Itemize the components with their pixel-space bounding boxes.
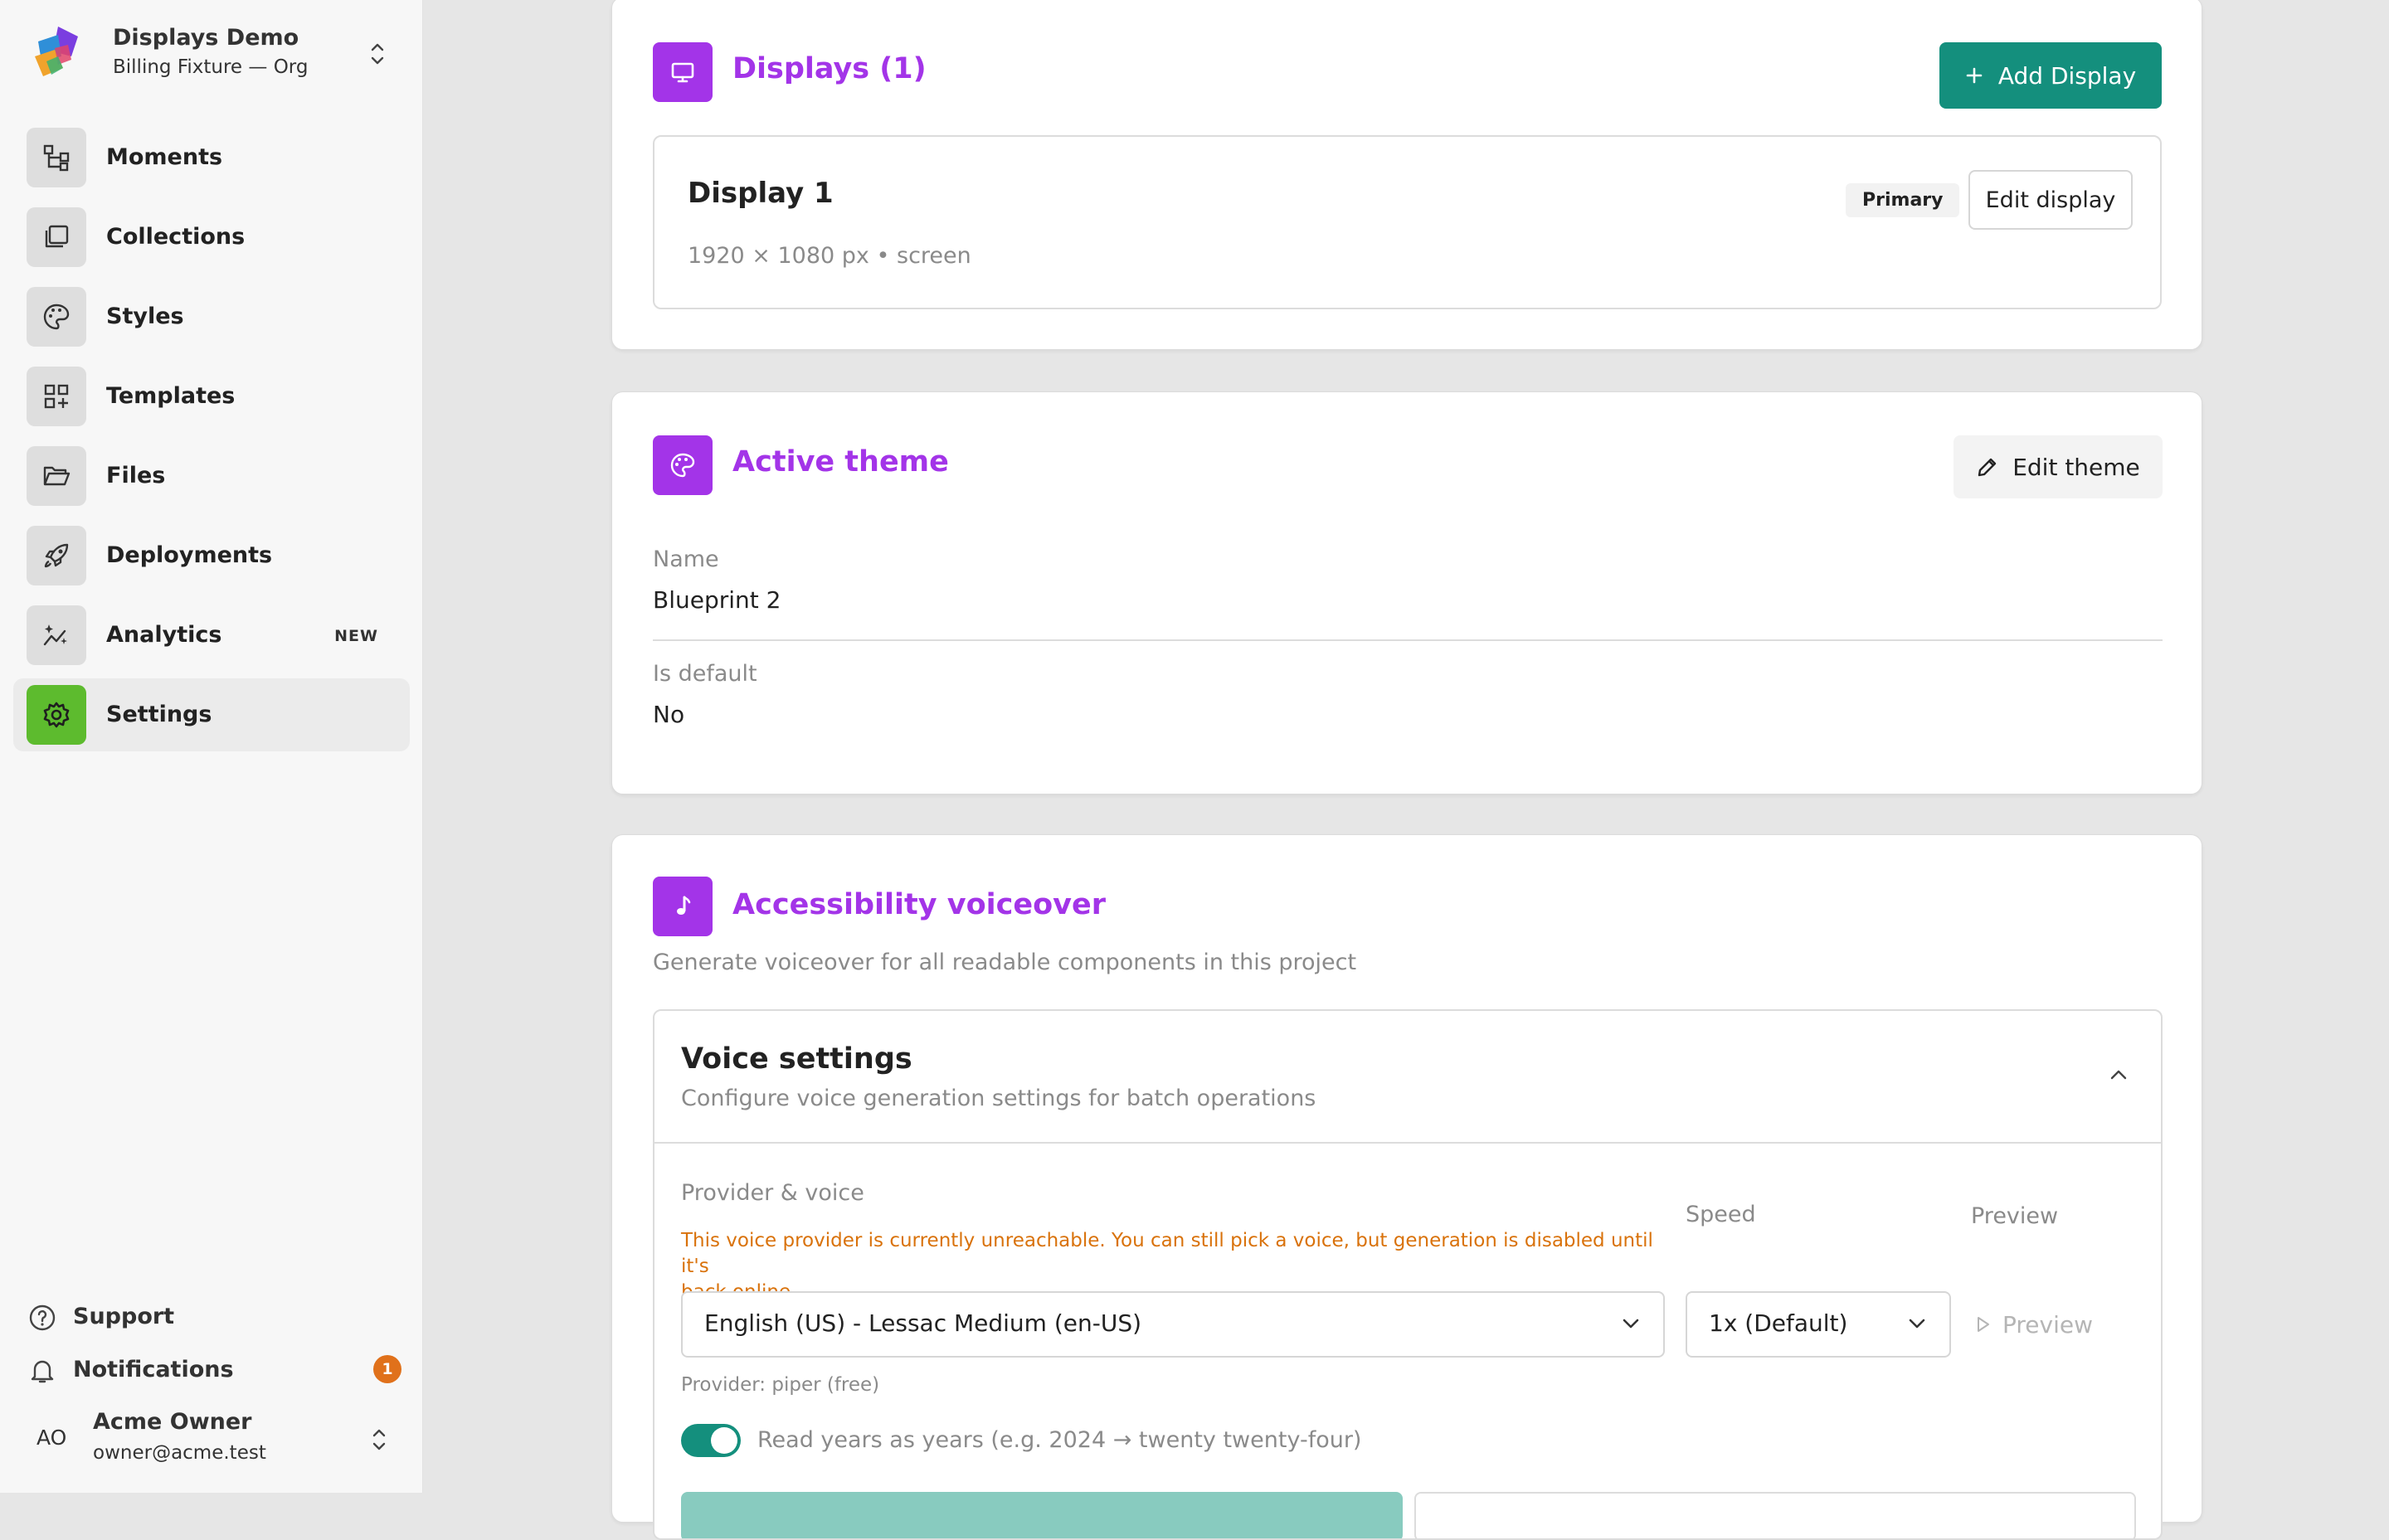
moments-icon (27, 128, 86, 187)
sidebar-item-settings[interactable]: Settings (13, 678, 410, 751)
active-theme-card: Active theme Edit theme Name Blueprint 2… (611, 391, 2202, 794)
play-icon (1978, 1317, 1989, 1332)
speed-label: Speed (1686, 1202, 1756, 1227)
voice-settings-panel: Voice settings Configure voice generatio… (653, 1009, 2163, 1540)
org-logo-icon (35, 27, 78, 76)
read-years-toggle[interactable] (681, 1424, 741, 1457)
sidebar: Displays Demo Billing Fixture — Org Mome… (0, 0, 423, 1493)
sidebar-item-collections[interactable]: Collections (13, 201, 410, 274)
read-years-label: Read years as years (e.g. 2024 → twenty … (757, 1427, 1362, 1453)
templates-icon (27, 367, 86, 426)
user-menu[interactable]: AO Acme Owner owner@acme.test (25, 1406, 398, 1472)
music-note-icon (653, 877, 713, 936)
sidebar-item-label: Templates (106, 383, 236, 409)
primary-badge: Primary (1846, 183, 1960, 217)
sidebar-item-label: Deployments (106, 542, 273, 568)
divider (653, 639, 2163, 641)
theme-name-label: Name (653, 547, 719, 572)
display-item: Display 1 1920 × 1080 px • screen Primar… (653, 135, 2162, 309)
speed-select[interactable]: 1x (Default) (1686, 1291, 1951, 1358)
plus-icon (1966, 67, 1983, 84)
sidebar-item-label: Settings (106, 702, 212, 727)
voiceover-description: Generate voiceover for all readable comp… (653, 950, 1357, 975)
gear-icon (27, 685, 86, 745)
chevron-down-icon (1623, 1319, 1639, 1329)
voice-settings-header[interactable]: Voice settings Configure voice generatio… (654, 1011, 2161, 1144)
sidebar-item-label: Collections (106, 224, 246, 250)
rocket-icon (27, 526, 86, 585)
palette-icon (653, 435, 713, 495)
notifications-link[interactable]: Notifications 1 (28, 1353, 401, 1387)
notification-count-badge: 1 (373, 1355, 401, 1383)
org-switcher[interactable]: Displays Demo Billing Fixture — Org (25, 23, 398, 83)
sidebar-item-analytics[interactable]: Analytics NEW (13, 599, 410, 672)
displays-card: Displays (1) Add Display Display 1 1920 … (611, 0, 2202, 350)
display-name: Display 1 (688, 177, 834, 210)
toggle-knob (711, 1427, 737, 1454)
monitor-icon (653, 42, 713, 102)
voice-settings-subtitle: Configure voice generation settings for … (681, 1086, 1316, 1111)
preview-label: Preview (1971, 1203, 2059, 1229)
secondary-button[interactable] (1414, 1492, 2136, 1538)
displays-title: Displays (1) (732, 52, 927, 85)
support-label: Support (73, 1304, 175, 1329)
provider-warning-line: This voice provider is currently unreach… (681, 1230, 1653, 1277)
preview-button[interactable]: Preview (1976, 1308, 2093, 1341)
voice-select[interactable]: English (US) - Lessac Medium (en-US) (681, 1291, 1665, 1358)
folder-icon (27, 446, 86, 506)
palette-icon (27, 287, 86, 347)
collections-icon (27, 207, 86, 267)
edit-display-button[interactable]: Edit display (1968, 170, 2133, 230)
edit-theme-label: Edit theme (2012, 453, 2140, 481)
sidebar-nav: Moments Collections Styles Templates Fil… (13, 121, 410, 758)
generate-button[interactable] (681, 1492, 1403, 1538)
provider-voice-label: Provider & voice (681, 1180, 864, 1206)
new-badge: NEW (334, 627, 378, 645)
preview-button-label: Preview (2002, 1310, 2093, 1338)
add-display-button[interactable]: Add Display (1939, 42, 2162, 109)
notifications-label: Notifications (73, 1357, 234, 1382)
chevron-down-icon (1909, 1319, 1925, 1329)
org-name: Displays Demo (113, 25, 299, 51)
display-meta: 1920 × 1080 px • screen (688, 243, 971, 269)
sidebar-item-templates[interactable]: Templates (13, 360, 410, 433)
sidebar-item-label: Styles (106, 304, 184, 329)
user-name: Acme Owner (93, 1409, 252, 1435)
theme-default-value: No (653, 701, 685, 728)
user-email: owner@acme.test (93, 1442, 266, 1464)
sidebar-item-files[interactable]: Files (13, 440, 410, 513)
help-circle-icon (29, 1304, 56, 1331)
sidebar-item-deployments[interactable]: Deployments (13, 519, 410, 592)
chevron-up-down-icon (371, 43, 384, 65)
theme-name-value: Blueprint 2 (653, 586, 781, 614)
provider-note: Provider: piper (free) (681, 1374, 880, 1396)
voiceover-title: Accessibility voiceover (732, 888, 1106, 921)
avatar: AO (36, 1426, 67, 1450)
analytics-icon (27, 605, 86, 665)
sidebar-item-label: Files (106, 463, 166, 488)
add-display-label: Add Display (1997, 61, 2137, 90)
support-link[interactable]: Support (28, 1300, 401, 1334)
chevron-up-down-icon (372, 1429, 386, 1450)
sidebar-item-styles[interactable]: Styles (13, 280, 410, 353)
sidebar-item-label: Analytics (106, 622, 222, 648)
sidebar-item-label: Moments (106, 144, 223, 170)
bell-icon (31, 1360, 54, 1383)
voice-select-value: English (US) - Lessac Medium (en-US) (704, 1309, 1142, 1337)
sidebar-item-moments[interactable]: Moments (13, 121, 410, 194)
edit-theme-button[interactable]: Edit theme (1954, 435, 2163, 498)
voiceover-card: Accessibility voiceover Generate voiceov… (611, 834, 2202, 1540)
theme-default-label: Is default (653, 661, 757, 687)
chevron-up-icon (2110, 1070, 2127, 1080)
voice-settings-title: Voice settings (681, 1042, 912, 1076)
org-subtitle: Billing Fixture — Org (113, 56, 309, 78)
theme-title: Active theme (732, 445, 949, 479)
pencil-icon (1978, 458, 1997, 477)
speed-select-value: 1x (Default) (1709, 1309, 1848, 1337)
